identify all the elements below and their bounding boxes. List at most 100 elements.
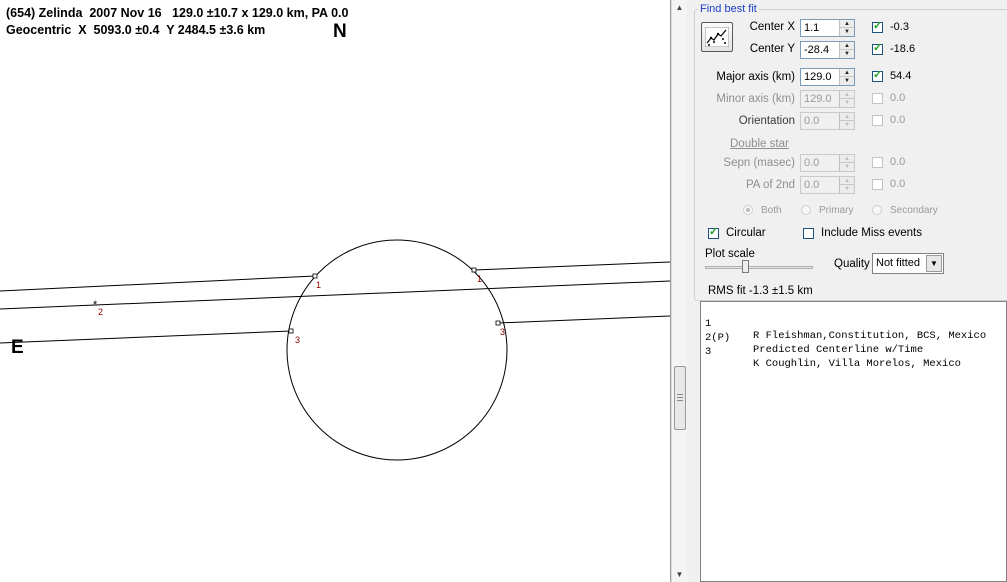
chevron-down-icon[interactable]: ▼	[926, 255, 942, 272]
major-axis-spinner[interactable]: ▲ ▼	[839, 69, 854, 85]
circular-label: Circular	[726, 227, 766, 239]
pa-of-2nd-input[interactable]: 0.0 ▲ ▼	[800, 176, 855, 194]
spin-up-icon: ▲	[844, 43, 850, 49]
radio-primary-label: Primary	[819, 205, 854, 216]
event-label-3-d: 3	[295, 335, 300, 345]
center-y-result: -18.6	[890, 43, 916, 55]
center-y-checkbox[interactable]	[872, 41, 883, 55]
center-y-input[interactable]: -28.4 ▲ ▼	[800, 41, 855, 59]
orientation-checkbox[interactable]	[872, 115, 883, 126]
minor-axis-checkbox[interactable]	[872, 93, 883, 104]
circular-checkbox[interactable]	[708, 225, 719, 239]
sepn-result: 0.0	[890, 156, 906, 168]
center-x-checkbox[interactable]	[872, 19, 883, 33]
center-y-label: Center Y	[749, 43, 795, 55]
radio-secondary-label: Secondary	[890, 205, 938, 216]
spin-down-icon: ▼	[840, 49, 854, 57]
orientation-input[interactable]: 0.0 ▲ ▼	[800, 112, 855, 130]
plot-scale-slider[interactable]	[705, 260, 813, 275]
include-miss-checkbox[interactable]	[803, 228, 814, 239]
pa-of-2nd-value: 0.0	[804, 179, 820, 191]
event-label-3-r: 3	[500, 327, 505, 337]
north-label: N	[333, 21, 347, 42]
list-item-number: 3	[705, 346, 712, 358]
center-x-label: Center X	[749, 21, 795, 33]
pa-of-2nd-spinner[interactable]: ▲ ▼	[839, 177, 854, 193]
chord-3-left	[0, 330, 292, 344]
sepn-spinner[interactable]: ▲ ▼	[839, 155, 854, 171]
quality-select[interactable]: Not fitted ▼	[872, 253, 944, 274]
rms-fit-label: RMS fit -1.3 ±1.5 km	[708, 285, 813, 297]
spin-up-icon: ▲	[844, 114, 850, 120]
spin-down-icon: ▼	[840, 27, 854, 35]
orientation-result: 0.0	[890, 114, 906, 126]
spin-up-icon: ▲	[844, 178, 850, 184]
find-best-fit-title: Find best fit	[698, 3, 759, 15]
spin-down-icon: ▼	[840, 76, 854, 84]
major-axis-result: 54.4	[890, 70, 912, 82]
event-marker-1-d	[312, 273, 318, 279]
spin-up-icon: ▲	[844, 92, 850, 98]
major-axis-label: Major axis (km)	[716, 71, 795, 83]
sepn-checkbox[interactable]	[872, 157, 883, 168]
pa-of-2nd-result: 0.0	[890, 178, 906, 190]
asteroid-profile-circle	[286, 239, 508, 461]
minor-axis-spinner[interactable]: ▲ ▼	[839, 91, 854, 107]
radio-both[interactable]	[743, 205, 753, 215]
orientation-label: Orientation	[738, 115, 795, 127]
sepn-input[interactable]: 0.0 ▲ ▼	[800, 154, 855, 172]
sepn-label: Sepn (masec)	[723, 157, 795, 169]
major-axis-input[interactable]: 129.0 ▲ ▼	[800, 68, 855, 86]
list-item-text: K Coughlin, Villa Morelos, Mexico	[753, 358, 961, 370]
include-miss-label: Include Miss events	[821, 227, 922, 239]
slider-thumb[interactable]	[742, 260, 749, 273]
center-x-input[interactable]: 1.1 ▲ ▼	[800, 19, 855, 37]
event-header: (654) Zelinda 2007 Nov 16 129.0 ±10.7 x …	[6, 6, 349, 20]
minor-axis-label: Minor axis (km)	[716, 93, 795, 105]
observer-list[interactable]: 1 R Fleishman,Constitution, BCS, Mexico …	[700, 301, 1007, 582]
list-item-text: R Fleishman,Constitution, BCS, Mexico	[753, 330, 987, 342]
spin-down-icon: ▼	[840, 184, 854, 192]
center-y-spinner[interactable]: ▲ ▼	[839, 42, 854, 58]
event-marker-1-r	[471, 267, 477, 273]
scroll-down-icon[interactable]: ▼	[672, 567, 687, 582]
geocentric-header: Geocentric X 5093.0 ±0.4 Y 2484.5 ±3.6 k…	[6, 23, 266, 37]
radio-primary[interactable]	[801, 205, 811, 215]
chart-fit-icon	[705, 27, 729, 47]
center-x-spinner[interactable]: ▲ ▼	[839, 20, 854, 36]
minor-axis-result: 0.0	[890, 92, 906, 104]
occultation-plot[interactable]: * 1 1 2 3 3 (654) Zelinda 2007 Nov 16 12…	[0, 0, 671, 582]
chord-1-right	[473, 261, 670, 271]
plot-scrollbar[interactable]: ▲ ▼	[671, 0, 687, 582]
quality-value: Not fitted	[876, 257, 921, 269]
spin-down-icon: ▼	[840, 120, 854, 128]
event-label-2: 2	[98, 307, 103, 317]
plot-scale-label: Plot scale	[705, 248, 755, 260]
spin-up-icon: ▲	[844, 21, 850, 27]
quality-label: Quality	[834, 258, 870, 270]
spin-down-icon: ▼	[840, 162, 854, 170]
chord-2-centerline	[0, 280, 670, 310]
event-label-1-r: 1	[477, 274, 482, 284]
minor-axis-input[interactable]: 129.0 ▲ ▼	[800, 90, 855, 108]
major-axis-checkbox[interactable]	[872, 68, 883, 82]
center-x-value: 1.1	[804, 22, 820, 34]
spin-up-icon: ▲	[844, 156, 850, 162]
center-y-value: -28.4	[804, 44, 830, 56]
orientation-spinner[interactable]: ▲ ▼	[839, 113, 854, 129]
double-star-link[interactable]: Double star	[730, 138, 789, 150]
center-x-result: -0.3	[890, 21, 909, 33]
orientation-value: 0.0	[804, 115, 820, 127]
plot-canvas: * 1 1 2 3 3	[0, 239, 670, 461]
radio-secondary[interactable]	[872, 205, 882, 215]
scroll-up-icon[interactable]: ▲	[672, 0, 687, 15]
pa-of-2nd-checkbox[interactable]	[872, 179, 883, 190]
sepn-value: 0.0	[804, 157, 820, 169]
list-item-text: Predicted Centerline w/Time	[753, 344, 924, 356]
spin-down-icon: ▼	[840, 98, 854, 106]
fit-button[interactable]	[701, 22, 733, 52]
scroll-thumb[interactable]	[674, 366, 686, 430]
east-label: E	[11, 337, 24, 358]
minor-axis-value: 129.0	[804, 93, 832, 105]
list-item[interactable]: 3 K Coughlin, Villa Morelos, Mexico	[701, 334, 961, 382]
